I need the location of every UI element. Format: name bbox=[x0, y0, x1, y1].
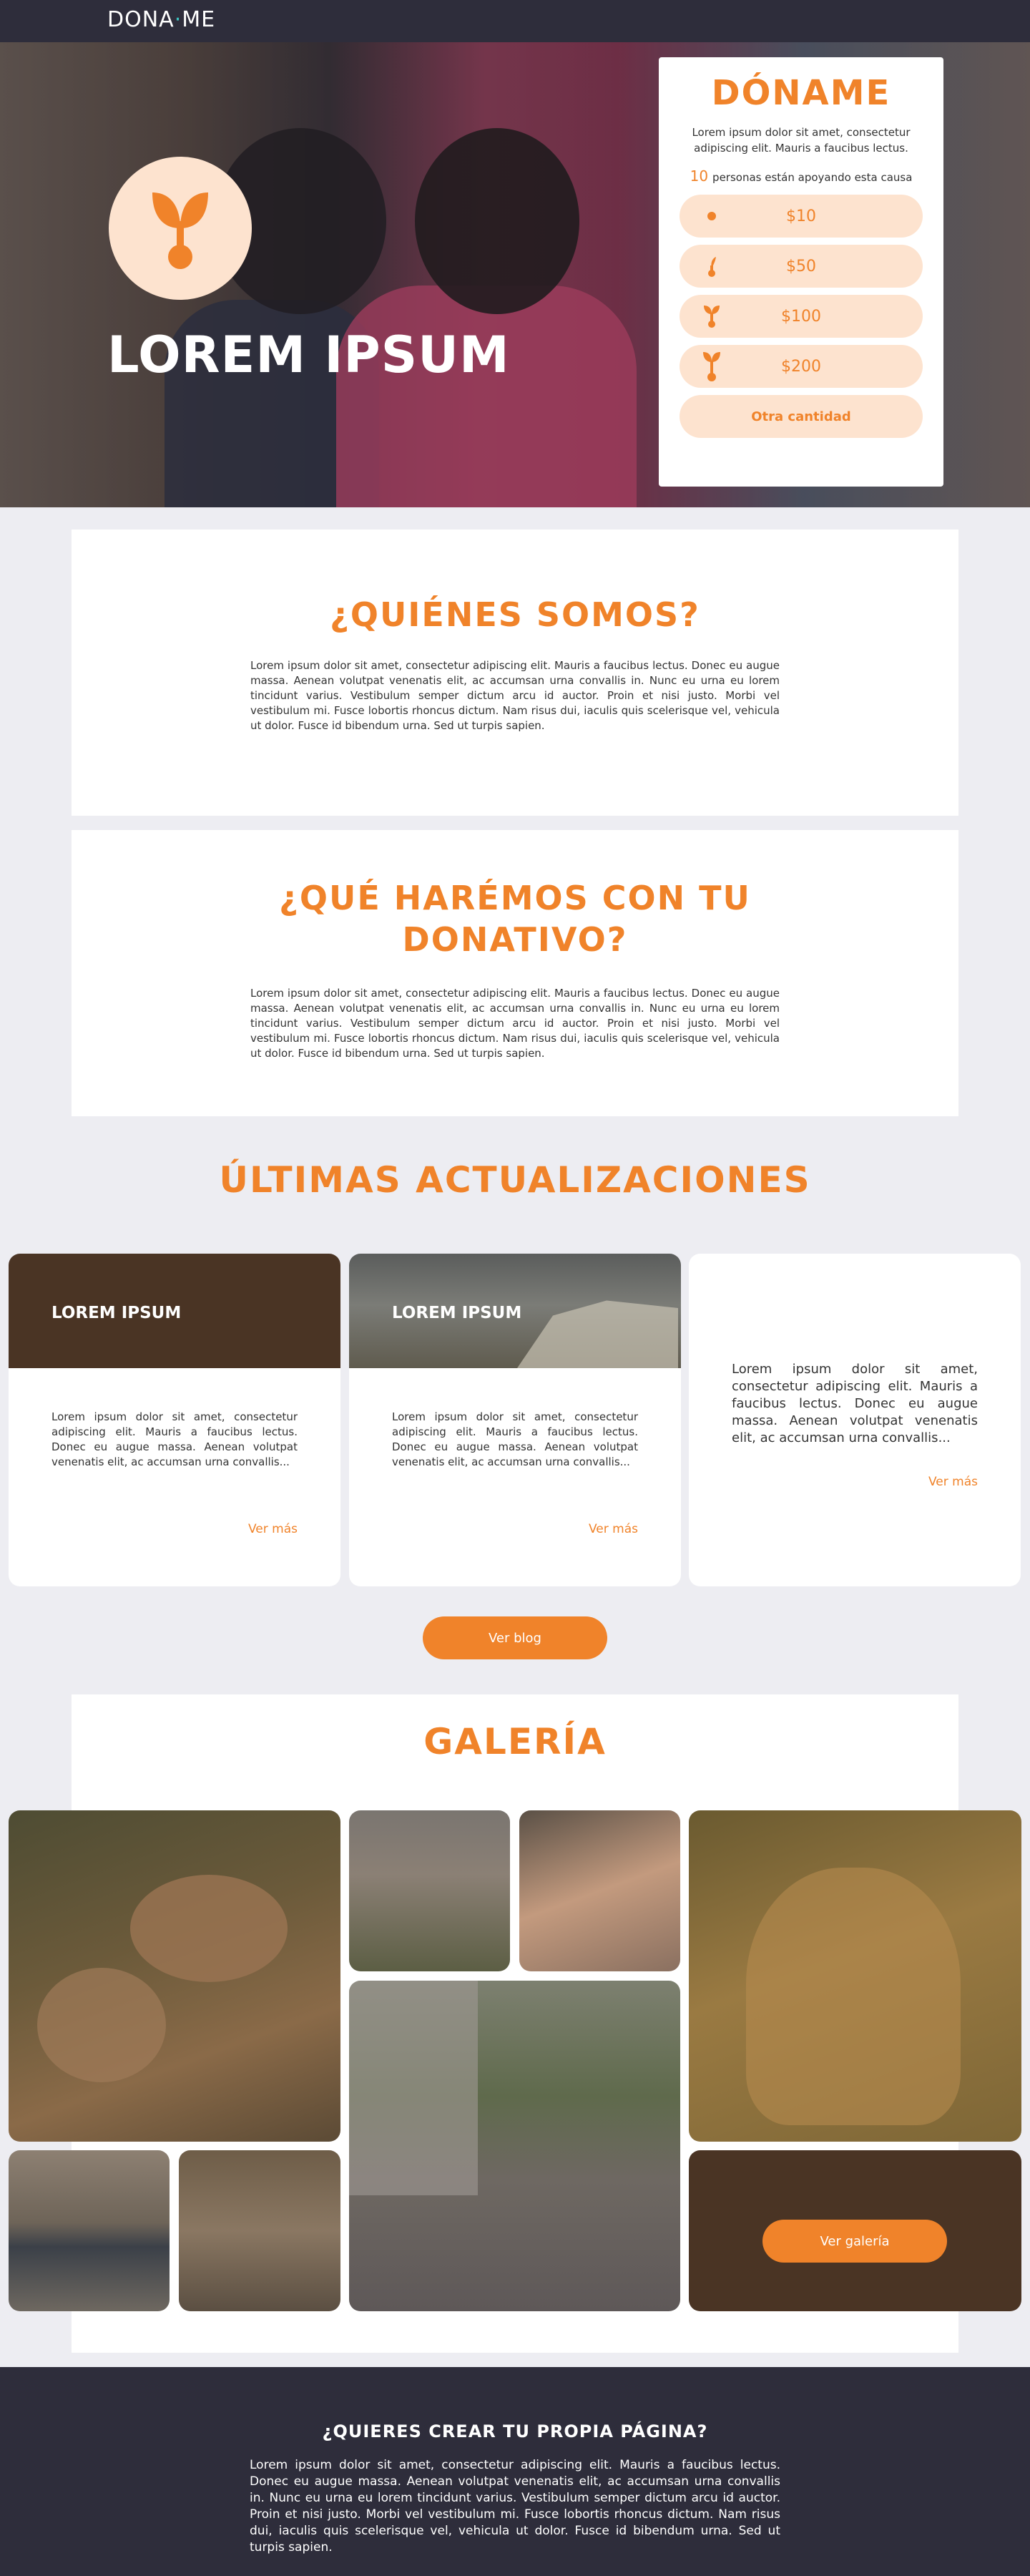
about-title: ¿QUIÉNES SOMOS? bbox=[330, 595, 700, 634]
about-text: Lorem ipsum dolor sit amet, consectetur … bbox=[250, 659, 780, 732]
hero-badge bbox=[109, 157, 252, 300]
supporters-line: 10 personas están apoyando esta causa bbox=[679, 167, 923, 185]
footer: ¿QUIERES CREAR TU PROPIA PÁGINA? Lorem i… bbox=[0, 2367, 1030, 2576]
gallery-image-street[interactable] bbox=[349, 1981, 680, 2311]
logo-dot: · bbox=[174, 7, 182, 32]
update-card-text: Lorem ipsum dolor sit amet, consectetur … bbox=[732, 1362, 978, 1445]
update-card-header: LOREM IPSUM bbox=[349, 1254, 681, 1368]
update-card[interactable]: LOREM IPSUM Lorem ipsum dolor sit amet, … bbox=[9, 1254, 340, 1586]
update-card-heading: LOREM IPSUM bbox=[52, 1304, 182, 1322]
top-navbar: DONA·ME bbox=[0, 0, 1030, 42]
plant-icon bbox=[152, 192, 208, 269]
gallery-image-beach[interactable] bbox=[9, 2150, 170, 2311]
plan-title: ¿QUÉ HARÉMOS CON TU DONATIVO? bbox=[72, 877, 958, 960]
view-gallery-button[interactable]: Ver galería bbox=[762, 2220, 947, 2263]
update-card-text: Lorem ipsum dolor sit amet, consectetur … bbox=[52, 1410, 298, 1468]
building-shape bbox=[349, 1981, 478, 2195]
update-card[interactable]: Lorem ipsum dolor sit amet, consectetur … bbox=[689, 1254, 1021, 1586]
plan-title-line1: ¿QUÉ HARÉMOS CON TU bbox=[279, 879, 751, 917]
gallery-title: GALERÍA bbox=[423, 1721, 607, 1762]
donate-50-button[interactable]: $50 bbox=[680, 245, 923, 288]
donate-description: Lorem ipsum dolor sit amet, consectetur … bbox=[692, 126, 911, 155]
about-section: ¿QUIÉNES SOMOS? Lorem ipsum dolor sit am… bbox=[72, 530, 958, 816]
gallery-image-reading[interactable] bbox=[519, 1810, 680, 1971]
donate-10-button[interactable]: $10 bbox=[680, 195, 923, 238]
cliff-image bbox=[517, 1300, 678, 1368]
view-blog-button[interactable]: Ver blog bbox=[423, 1616, 607, 1659]
updates-title: ÚLTIMAS ACTUALIZACIONES bbox=[219, 1159, 811, 1201]
plan-text: Lorem ipsum dolor sit amet, consectetur … bbox=[250, 987, 780, 1060]
small-plant-icon bbox=[701, 304, 722, 328]
other-amount-button[interactable]: Otra cantidad bbox=[680, 395, 923, 438]
gallery-image-deer[interactable] bbox=[9, 1810, 340, 2142]
logo-text-left: DONA bbox=[107, 7, 175, 32]
footer-text: Lorem ipsum dolor sit amet, consectetur … bbox=[250, 2458, 780, 2555]
seed-icon bbox=[701, 211, 722, 221]
plan-section: ¿QUÉ HARÉMOS CON TU DONATIVO? Lorem ipsu… bbox=[72, 830, 958, 1116]
sprout-icon bbox=[701, 255, 722, 277]
read-more-link[interactable]: Ver más bbox=[589, 1522, 638, 1536]
update-card[interactable]: LOREM IPSUM Lorem ipsum dolor sit amet, … bbox=[349, 1254, 681, 1586]
donate-100-button[interactable]: $100 bbox=[680, 295, 923, 338]
plan-title-line2: DONATIVO? bbox=[402, 920, 628, 959]
supporters-text: personas están apoyando esta causa bbox=[712, 171, 913, 184]
cheetah-shape bbox=[746, 1868, 961, 2125]
donate-200-button[interactable]: $200 bbox=[680, 345, 923, 388]
donate-title: DÓNAME bbox=[711, 73, 891, 113]
deer-shape bbox=[130, 1875, 288, 1982]
logo-text-right: ME bbox=[182, 7, 216, 32]
gallery-image-family[interactable] bbox=[179, 2150, 340, 2311]
gallery-more-tile: Ver galería bbox=[689, 2150, 1021, 2311]
hero-title: LOREM IPSUM bbox=[107, 326, 510, 384]
update-card-header: LOREM IPSUM bbox=[9, 1254, 340, 1368]
update-card-heading: LOREM IPSUM bbox=[392, 1304, 522, 1322]
deer-shape bbox=[37, 1968, 166, 2082]
supporters-count: 10 bbox=[690, 167, 709, 185]
logo[interactable]: DONA·ME bbox=[107, 7, 215, 32]
donate-card: DÓNAME Lorem ipsum dolor sit amet, conse… bbox=[659, 57, 943, 487]
read-more-link[interactable]: Ver más bbox=[248, 1522, 298, 1536]
footer-title: ¿QUIERES CREAR TU PROPIA PÁGINA? bbox=[322, 2421, 708, 2441]
gallery-image-cheetahs[interactable] bbox=[689, 1810, 1021, 2142]
read-more-link[interactable]: Ver más bbox=[928, 1475, 978, 1489]
gallery-image-walkers[interactable] bbox=[349, 1810, 510, 1971]
plant-icon bbox=[701, 351, 722, 382]
update-card-text: Lorem ipsum dolor sit amet, consectetur … bbox=[392, 1410, 638, 1468]
